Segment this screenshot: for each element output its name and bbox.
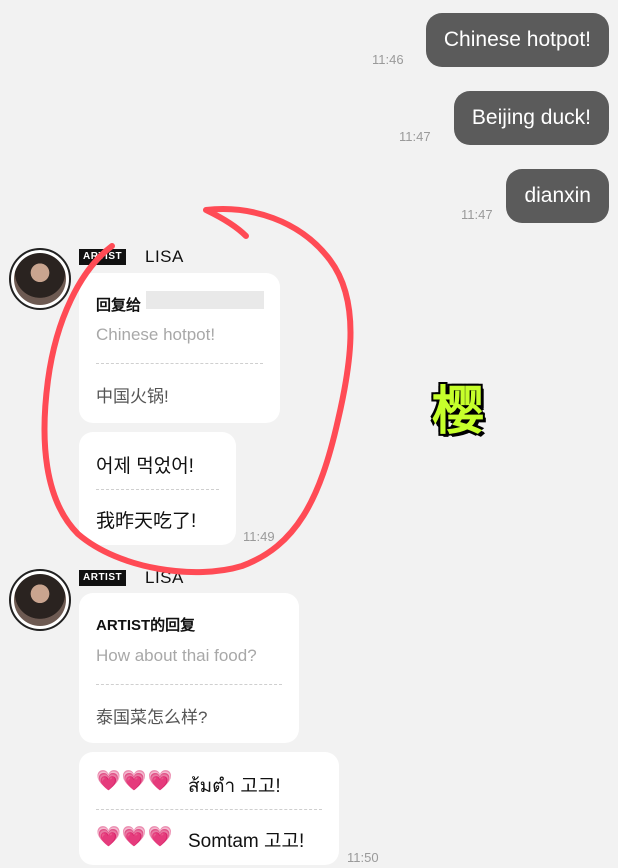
annotation-circle [41,206,354,576]
